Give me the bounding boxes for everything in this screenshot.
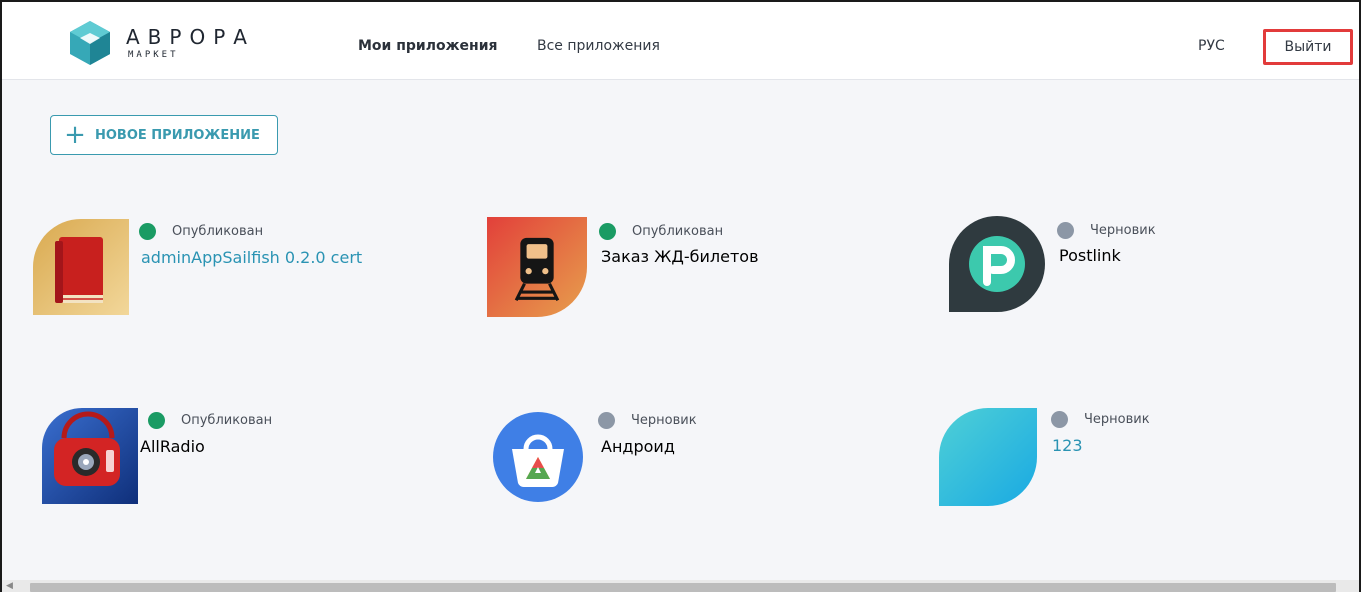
scroll-left-arrow-icon[interactable]: ◀ bbox=[6, 581, 13, 591]
app-card[interactable]: Опубликован AllRadio bbox=[42, 408, 482, 518]
horizontal-scrollbar[interactable]: ◀ bbox=[2, 580, 1359, 592]
status-published: Опубликован bbox=[599, 223, 723, 240]
brand-logo[interactable]: АВРОРА МАРКЕТ bbox=[68, 19, 308, 67]
app-card[interactable]: Опубликован Заказ ЖД-билетов bbox=[487, 217, 927, 327]
brand-subtitle: МАРКЕТ bbox=[128, 50, 179, 60]
aurora-logo-icon bbox=[70, 21, 110, 65]
status-draft: Черновик bbox=[1057, 222, 1156, 239]
language-switch[interactable]: РУС bbox=[1198, 38, 1225, 54]
book-icon bbox=[33, 219, 129, 315]
train-icon bbox=[487, 217, 587, 317]
top-header: АВРОРА МАРКЕТ Мои приложения Все приложе… bbox=[2, 2, 1359, 80]
status-published: Опубликован bbox=[139, 223, 263, 240]
status-label: Опубликован bbox=[632, 224, 724, 239]
new-app-button[interactable]: + НОВОЕ ПРИЛОЖЕНИЕ bbox=[50, 115, 278, 155]
blank-app-icon bbox=[939, 408, 1037, 506]
status-dot bbox=[1057, 222, 1074, 239]
status-label: Опубликован bbox=[172, 224, 264, 239]
nav-my-apps[interactable]: Мои приложения bbox=[358, 38, 498, 54]
app-card[interactable]: Черновик 123 bbox=[939, 408, 1359, 518]
status-dot bbox=[1051, 411, 1068, 428]
app-name-link[interactable]: Заказ ЖД-билетов bbox=[601, 247, 759, 266]
nav-all-apps[interactable]: Все приложения bbox=[537, 38, 660, 54]
app-name-link[interactable]: 123 bbox=[1052, 436, 1083, 455]
status-draft: Черновик bbox=[598, 412, 697, 429]
app-name-link[interactable]: Андроид bbox=[601, 437, 675, 456]
app-name-link[interactable]: adminAppSailfish 0.2.0 cert bbox=[141, 248, 362, 267]
app-card[interactable]: Черновик Андроид bbox=[490, 409, 930, 519]
app-card[interactable]: Опубликован adminAppSailfish 0.2.0 cert bbox=[33, 219, 473, 329]
app-window: АВРОРА МАРКЕТ Мои приложения Все приложе… bbox=[0, 0, 1361, 592]
status-label: Черновик bbox=[1090, 223, 1156, 238]
status-draft: Черновик bbox=[1051, 411, 1150, 428]
scrollbar-thumb[interactable] bbox=[30, 583, 1336, 592]
status-label: Опубликован bbox=[181, 413, 273, 428]
status-dot bbox=[148, 412, 165, 429]
status-published: Опубликован bbox=[148, 412, 272, 429]
new-app-label: НОВОЕ ПРИЛОЖЕНИЕ bbox=[95, 127, 260, 143]
plus-icon: + bbox=[64, 120, 86, 150]
logout-button[interactable]: Выйти bbox=[1263, 29, 1353, 65]
android-store-icon bbox=[493, 412, 583, 502]
postlink-icon bbox=[949, 216, 1045, 312]
status-label: Черновик bbox=[1084, 412, 1150, 427]
app-card[interactable]: Черновик Postlink bbox=[949, 216, 1359, 326]
app-name-link[interactable]: AllRadio bbox=[140, 437, 205, 456]
brand-title: АВРОРА bbox=[126, 25, 255, 49]
radio-icon bbox=[42, 408, 138, 504]
status-dot bbox=[139, 223, 156, 240]
app-name-link[interactable]: Postlink bbox=[1059, 246, 1121, 265]
status-dot bbox=[598, 412, 615, 429]
status-label: Черновик bbox=[631, 413, 697, 428]
status-dot bbox=[599, 223, 616, 240]
